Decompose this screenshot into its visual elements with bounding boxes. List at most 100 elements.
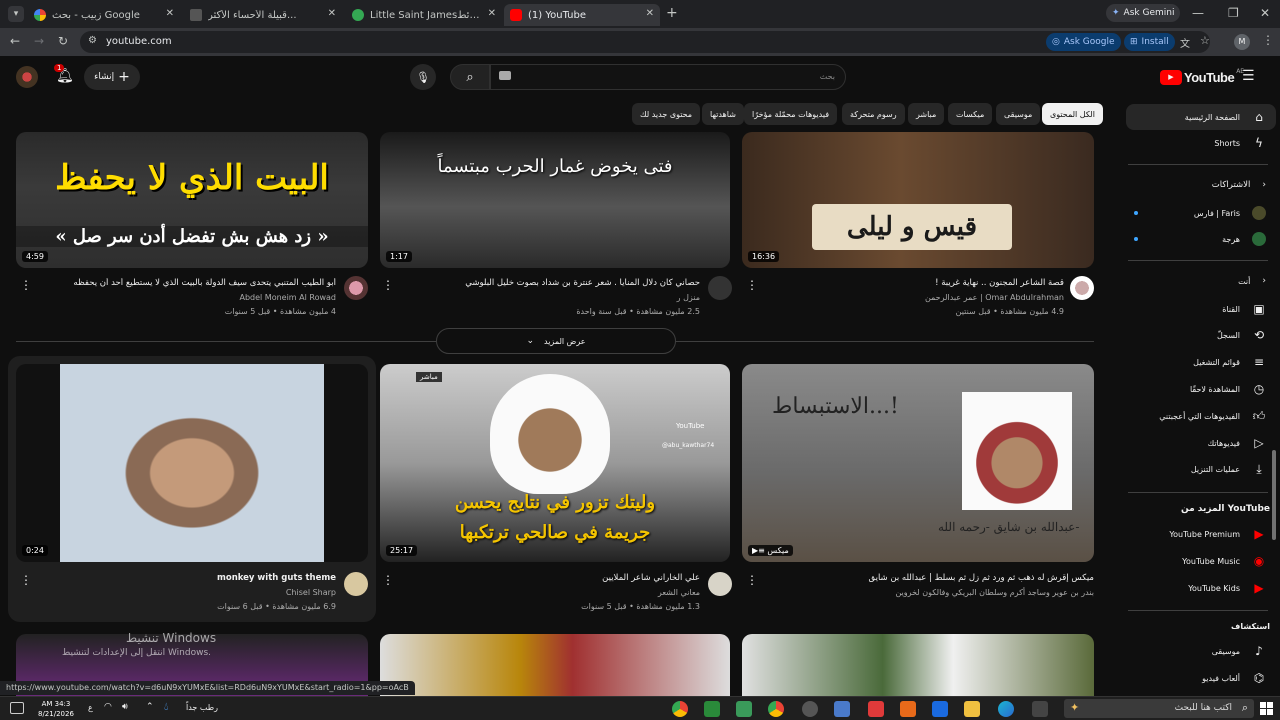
browser-tab-active[interactable]: (1) YouTube ✕ (504, 4, 660, 26)
restore-button[interactable]: ❐ (1228, 6, 1239, 20)
mail-icon[interactable] (932, 701, 948, 717)
video-thumbnail[interactable] (742, 634, 1094, 696)
sidebar-item-channel[interactable]: القناة ▣ (1126, 296, 1276, 322)
browser-menu-button[interactable]: ⋮ (1262, 33, 1274, 47)
tab-list-button[interactable]: ▾ (8, 6, 24, 22)
sidebar-subscription-faris[interactable]: فارس | Faris (1126, 200, 1276, 226)
sidebar-item-history[interactable]: السجلّ ⟲ (1126, 322, 1276, 348)
close-icon[interactable]: ✕ (166, 8, 174, 19)
taskbar-search-box[interactable]: ✦ اكتب هنا للبحث ⌕ (1064, 699, 1254, 718)
site-info-icon[interactable]: ⚙ (88, 35, 97, 46)
weather-text[interactable]: رطب جداً (186, 703, 218, 712)
notifications-button[interactable]: 🔔︎ 1 (52, 64, 76, 88)
store-icon[interactable] (834, 701, 850, 717)
sidebar-scrollbar[interactable] (1272, 450, 1276, 540)
channel-avatar[interactable] (708, 572, 732, 596)
channel-name[interactable]: Abdel Moneim Al Rowad (30, 293, 336, 302)
browser-tab[interactable]: Little Saint James‎خرائط - Goo... ✕ (346, 4, 502, 26)
video-title[interactable]: حصاني كان دلال المنايا . شعر عنترة بن شد… (396, 278, 700, 288)
install-button[interactable]: ⊞ Install (1124, 33, 1175, 51)
sidebar-item-liked[interactable]: الفيديوهات التي أعجبتني 👍︎ (1126, 403, 1276, 429)
sidebar-item-youtube-music[interactable]: YouTube Music ◉ (1126, 548, 1276, 574)
app-icon[interactable] (868, 701, 884, 717)
chip-recently-uploaded[interactable]: فيديوهات محمّلة مؤخرًا (744, 103, 838, 125)
search-button[interactable]: ⌕ (450, 64, 490, 90)
ask-gemini-button[interactable]: ✦ Ask Gemini (1106, 4, 1181, 22)
search-input[interactable]: بحث (490, 64, 846, 90)
app-icon[interactable] (900, 701, 916, 717)
keyboard-icon[interactable] (499, 71, 511, 80)
browser-tab[interactable]: زبيب - بحث Google ✕ (28, 4, 180, 26)
channel-name[interactable]: معاني الشعر (396, 588, 700, 597)
notification-center-icon[interactable] (10, 702, 24, 714)
channel-avatar[interactable] (344, 276, 368, 300)
browser-tab[interactable]: قبيلة الأحساء الأكثر... ✕ (184, 4, 342, 26)
sidebar-item-gaming[interactable]: ألعاب فيديو ⌬ (1126, 665, 1276, 691)
video-title[interactable]: علي الخاراني شاعر الملايين (396, 573, 700, 583)
language-indicator[interactable]: ع (88, 703, 93, 712)
window-close-button[interactable]: ✕ (1260, 6, 1270, 20)
channel-avatar[interactable] (1070, 276, 1094, 300)
video-menu-icon[interactable]: ⋮ (746, 278, 758, 292)
show-more-button[interactable]: ⌄ عرض المزيد (436, 328, 676, 354)
volume-icon[interactable]: 🔊︎ (122, 702, 128, 712)
sidebar-item-shorts[interactable]: Shorts ϟ (1126, 130, 1276, 156)
channel-name[interactable]: Omar Abdulrahman | عمر عبدالرحمن (760, 293, 1064, 302)
close-icon[interactable]: ✕ (488, 8, 496, 19)
back-button[interactable]: ← (10, 34, 20, 48)
channel-name[interactable]: منزل ر (396, 293, 700, 302)
app-icon[interactable] (736, 701, 752, 717)
chip-watched[interactable]: شاهدتها (702, 103, 744, 125)
chrome-icon[interactable] (768, 701, 784, 717)
guide-menu-button[interactable]: ☰ (1242, 68, 1255, 84)
video-menu-icon[interactable]: ⋮ (746, 573, 758, 587)
sidebar-item-playlists[interactable]: قوائم التشغيل ≡ (1126, 349, 1276, 375)
video-menu-icon[interactable]: ⋮ (20, 573, 32, 587)
wifi-icon[interactable]: ◠ (104, 702, 112, 712)
chip-animation[interactable]: رسوم متحركة (842, 103, 905, 125)
edge-icon[interactable] (998, 701, 1014, 717)
settings-icon[interactable] (802, 701, 818, 717)
media-player-icon[interactable] (704, 701, 720, 717)
reload-button[interactable]: ↻ (58, 34, 68, 48)
chip-new-for-you[interactable]: محتوى جديد لك (632, 103, 701, 125)
video-title[interactable]: monkey with guts theme (30, 573, 336, 583)
chip-mixes[interactable]: ميكسات (948, 103, 993, 125)
video-thumbnail[interactable]: فتى يخوض غمار الحرب مبتسماً 1:17 (380, 132, 730, 268)
sidebar-you-header[interactable]: أنت › (1126, 268, 1276, 294)
bookmark-star-icon[interactable]: ☆ (1200, 34, 1210, 47)
video-title[interactable]: ميكس إقرش له ذهب ثم ورد ثم زل ثم بسلط | … (760, 573, 1095, 583)
voice-search-button[interactable]: 🎙︎ (410, 64, 436, 90)
sidebar-subscription-harja[interactable]: هرجة (1126, 226, 1276, 252)
sidebar-subscriptions-header[interactable]: الاشتراكات › (1126, 172, 1276, 198)
sidebar-item-your-videos[interactable]: فيديوهاتك ▷ (1126, 430, 1276, 456)
profile-avatar[interactable]: M (1234, 34, 1250, 50)
video-thumbnail[interactable]: 0:24 (16, 364, 368, 562)
channel-name[interactable]: Chisel Sharp (30, 588, 336, 597)
video-thumbnail[interactable]: قيس و ليلى 16:36 (742, 132, 1094, 268)
sidebar-item-music[interactable]: موسيقى ♪ (1126, 638, 1276, 664)
chip-all[interactable]: الكل المحتوى (1042, 103, 1103, 125)
video-thumbnail[interactable]: البيت الذي لا يحفظ « زد هش بش تفضل أدن س… (16, 132, 368, 268)
chip-live[interactable]: مباشر (908, 103, 945, 125)
file-explorer-icon[interactable] (964, 701, 980, 717)
sidebar-item-watch-later[interactable]: المشاهدة لاحقًا ◷ (1126, 376, 1276, 402)
ask-google-button[interactable]: ◎ Ask Google (1046, 33, 1121, 51)
chip-music[interactable]: موسيقى (996, 103, 1041, 125)
youtube-logo[interactable]: ▶ YouTube AE (1160, 68, 1244, 86)
new-tab-button[interactable]: + (666, 5, 678, 21)
weather-icon[interactable]: 💧︎ (164, 700, 168, 714)
video-title[interactable]: أبو الطيب المتنبي يتحدى سيف الدولة بالبي… (30, 278, 336, 288)
close-icon[interactable]: ✕ (328, 8, 336, 19)
sidebar-item-youtube-premium[interactable]: YouTube Premium ▶ (1126, 521, 1276, 547)
account-avatar[interactable] (16, 66, 38, 88)
sidebar-item-youtube-kids[interactable]: YouTube Kids ▶ (1126, 575, 1276, 601)
sidebar-item-home[interactable]: الصفحة الرئيسية ⌂ (1126, 104, 1276, 130)
video-menu-icon[interactable]: ⋮ (20, 278, 32, 292)
video-menu-icon[interactable]: ⋮ (382, 278, 394, 292)
start-button[interactable] (1260, 702, 1273, 715)
video-title[interactable]: قصة الشاعر المجنون .. نهاية غريبة ! (760, 278, 1064, 288)
mix-thumbnail[interactable]: الاستبساط...! عبدالله بن شايق -رحمه الله… (742, 364, 1094, 562)
video-thumbnail[interactable] (380, 634, 730, 696)
chrome-icon[interactable] (672, 701, 688, 717)
